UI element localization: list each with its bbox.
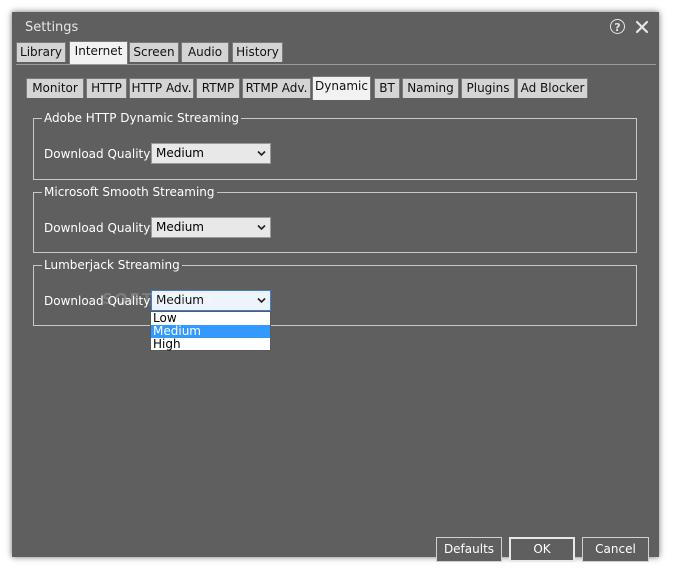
tab-label: Internet — [74, 44, 123, 58]
tab-label: BT — [379, 81, 395, 95]
adobe-quality-select[interactable]: Medium — [151, 143, 271, 164]
download-quality-label: Download Quality: — [44, 221, 154, 235]
adobe-hds-group: Adobe HTTP Dynamic Streaming Download Qu… — [33, 111, 637, 180]
tab-library[interactable]: Library — [16, 42, 66, 62]
tab-label: Monitor — [32, 81, 78, 95]
tab-plugins[interactable]: Plugins — [461, 78, 515, 98]
tab-label: HTTP — [91, 81, 122, 95]
download-quality-label: Download Quality: — [44, 147, 154, 161]
group-title: Adobe HTTP Dynamic Streaming — [42, 111, 242, 125]
cancel-button[interactable]: Cancel — [582, 537, 649, 562]
close-icon — [635, 20, 649, 34]
watermark: SOFTPEDIA — [102, 290, 215, 308]
select-value: Medium — [156, 220, 204, 234]
tab-label: RTMP Adv. — [245, 81, 308, 95]
tab-label: Screen — [133, 45, 175, 59]
tab-http[interactable]: HTTP — [86, 78, 127, 98]
tab-label: RTMP — [201, 81, 235, 95]
tab-audio[interactable]: Audio — [181, 42, 229, 62]
tab-label: Library — [20, 45, 62, 59]
microsoft-smooth-group: Microsoft Smooth Streaming Download Qual… — [33, 185, 637, 253]
tab-label: History — [236, 45, 279, 59]
tab-internet[interactable]: Internet — [69, 41, 128, 64]
tab-label: HTTP Adv. — [131, 81, 192, 95]
group-title: Microsoft Smooth Streaming — [42, 185, 217, 199]
chevron-down-icon — [257, 150, 266, 157]
tab-ad-blocker[interactable]: Ad Blocker — [517, 78, 588, 98]
tab-label: Audio — [187, 45, 223, 59]
tab-label: Naming — [407, 81, 454, 95]
close-button[interactable] — [633, 18, 651, 36]
tab-rtmp-adv[interactable]: RTMP Adv. — [242, 78, 311, 98]
tab-label: Plugins — [466, 81, 510, 95]
tab-label: Dynamic — [315, 79, 368, 93]
defaults-button[interactable]: Defaults — [436, 537, 502, 562]
group-title: Lumberjack Streaming — [42, 258, 182, 272]
settings-window: Settings ? Library Internet Screen Audio… — [12, 12, 659, 562]
tab-label: Ad Blocker — [520, 81, 585, 95]
tab-http-adv[interactable]: HTTP Adv. — [129, 78, 194, 98]
tab-monitor[interactable]: Monitor — [26, 78, 84, 98]
chevron-down-icon — [257, 224, 266, 231]
microsoft-quality-select[interactable]: Medium — [151, 217, 271, 238]
ok-button[interactable]: OK — [509, 537, 575, 562]
help-icon: ? — [610, 19, 625, 34]
window-title: Settings — [25, 20, 79, 35]
tab-rtmp[interactable]: RTMP — [196, 78, 240, 98]
quality-dropdown-list[interactable]: Low Medium High — [150, 311, 271, 351]
tab-history[interactable]: History — [232, 42, 283, 62]
tab-dynamic[interactable]: Dynamic — [312, 76, 371, 100]
select-value: Medium — [156, 146, 204, 160]
chevron-down-icon — [257, 297, 266, 304]
tab-bt[interactable]: BT — [374, 78, 400, 98]
dropdown-option-high[interactable]: High — [151, 338, 270, 351]
tab-screen[interactable]: Screen — [129, 42, 179, 62]
tab-naming[interactable]: Naming — [402, 78, 459, 98]
help-button[interactable]: ? — [609, 18, 627, 36]
title-bar: Settings ? — [12, 12, 659, 42]
